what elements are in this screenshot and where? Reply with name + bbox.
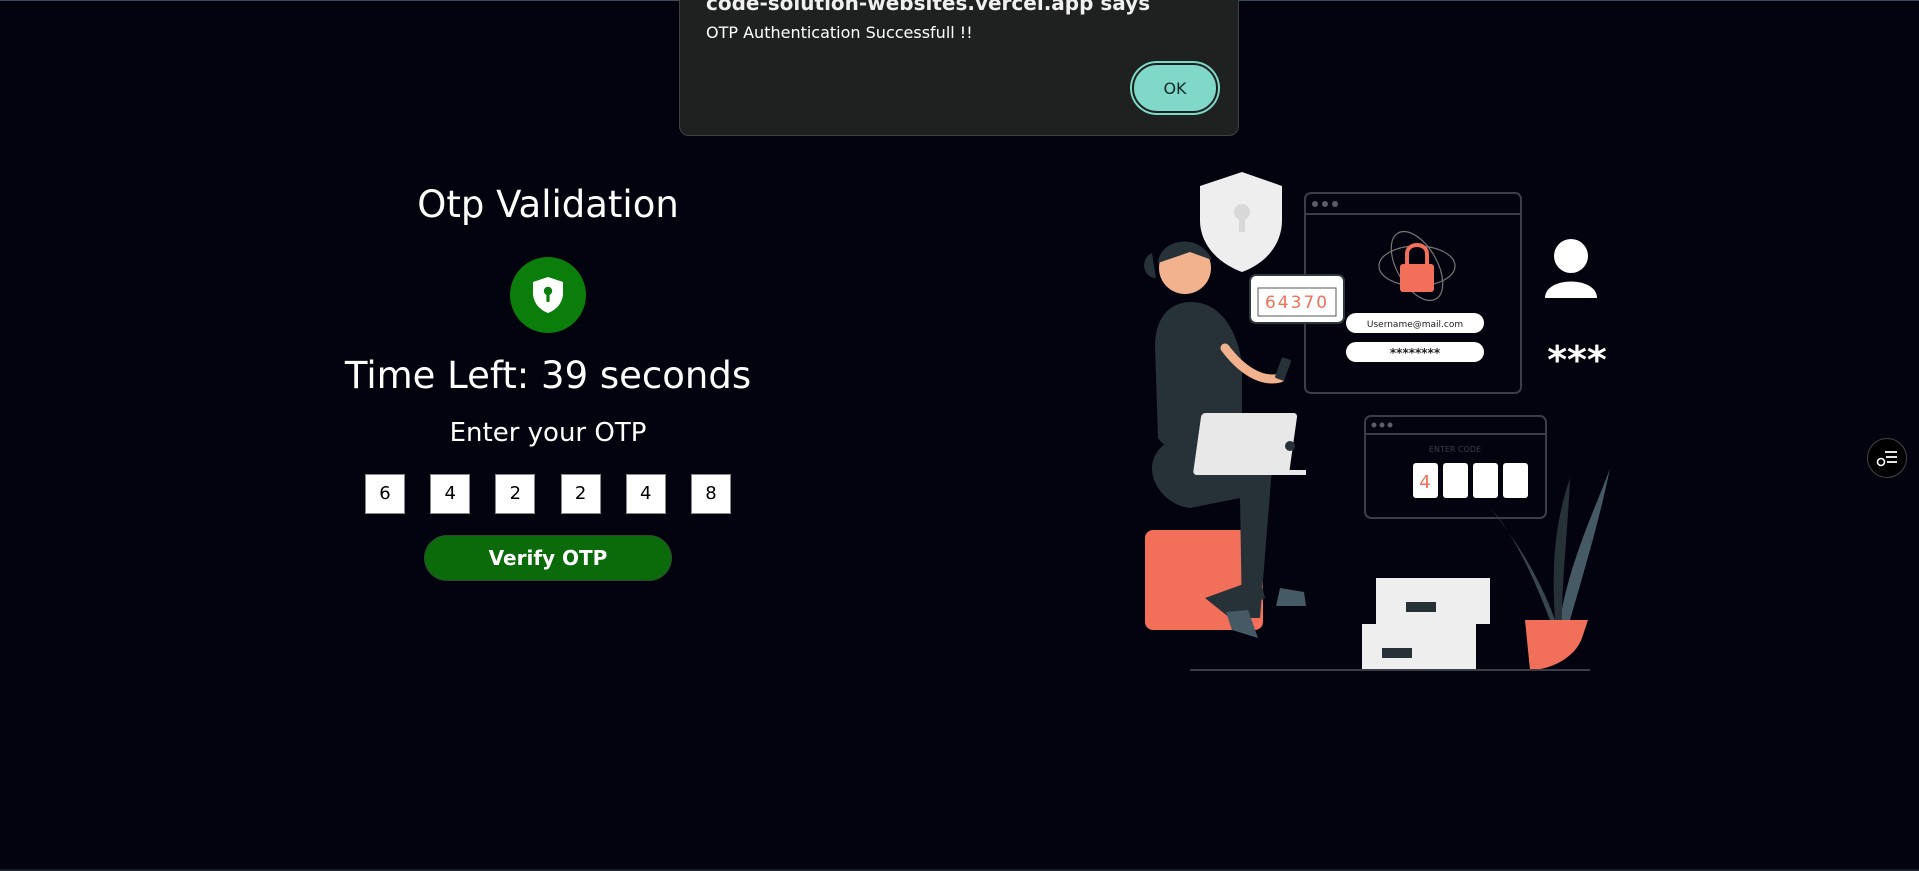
enter-code-window: ENTER CODE 4 xyxy=(1364,415,1547,519)
username-field-text: Username@mail.com xyxy=(1367,320,1463,330)
dialog-message: OTP Authentication Successfull !! xyxy=(706,23,973,42)
storage-boxes xyxy=(1362,578,1490,670)
verify-otp-button[interactable]: Verify OTP xyxy=(424,534,672,581)
shield-icon xyxy=(1200,172,1282,272)
password-field-text: ******** xyxy=(1390,346,1441,360)
otp-digit-5[interactable]: 4 xyxy=(625,473,666,514)
user-icon xyxy=(1545,239,1597,298)
code-digit-text: 4 xyxy=(1419,472,1430,493)
code-bubble: 64370 xyxy=(1249,274,1345,324)
otp-digit-2[interactable]: 4 xyxy=(430,473,471,514)
code-bubble-text: 64370 xyxy=(1265,293,1329,313)
plant-graphic xyxy=(1490,468,1610,670)
password-stars: *** xyxy=(1547,338,1607,382)
otp-digit-4[interactable]: 2 xyxy=(560,473,601,514)
alert-dialog: code-solution-websites.vercel.app says O… xyxy=(679,0,1239,136)
countdown-timer: Time Left: 39 seconds xyxy=(344,354,752,397)
otp-digit-6[interactable]: 8 xyxy=(690,473,731,514)
security-illustration: Username@mail.com ******** 64370 *** ENT… xyxy=(1144,172,1610,671)
otp-input-group: 6 4 2 2 4 8 xyxy=(365,473,731,514)
enter-code-label: ENTER CODE xyxy=(1429,445,1481,454)
otp-digit-1[interactable]: 6 xyxy=(365,473,405,514)
shield-lock-icon xyxy=(510,257,586,333)
dialog-origin-text: code-solution-websites.vercel.app says xyxy=(706,0,1151,15)
list-settings-icon xyxy=(1876,451,1897,467)
page-title: Otp Validation xyxy=(417,183,679,226)
side-menu-button[interactable] xyxy=(1867,438,1907,478)
page: Otp Validation Time Left: 39 seconds Ent… xyxy=(0,0,1919,871)
otp-digit-3[interactable]: 2 xyxy=(495,473,536,514)
otp-prompt: Enter your OTP xyxy=(449,418,647,449)
dialog-ok-button[interactable]: OK xyxy=(1132,63,1218,113)
otp-panel: Otp Validation Time Left: 39 seconds Ent… xyxy=(340,186,756,581)
